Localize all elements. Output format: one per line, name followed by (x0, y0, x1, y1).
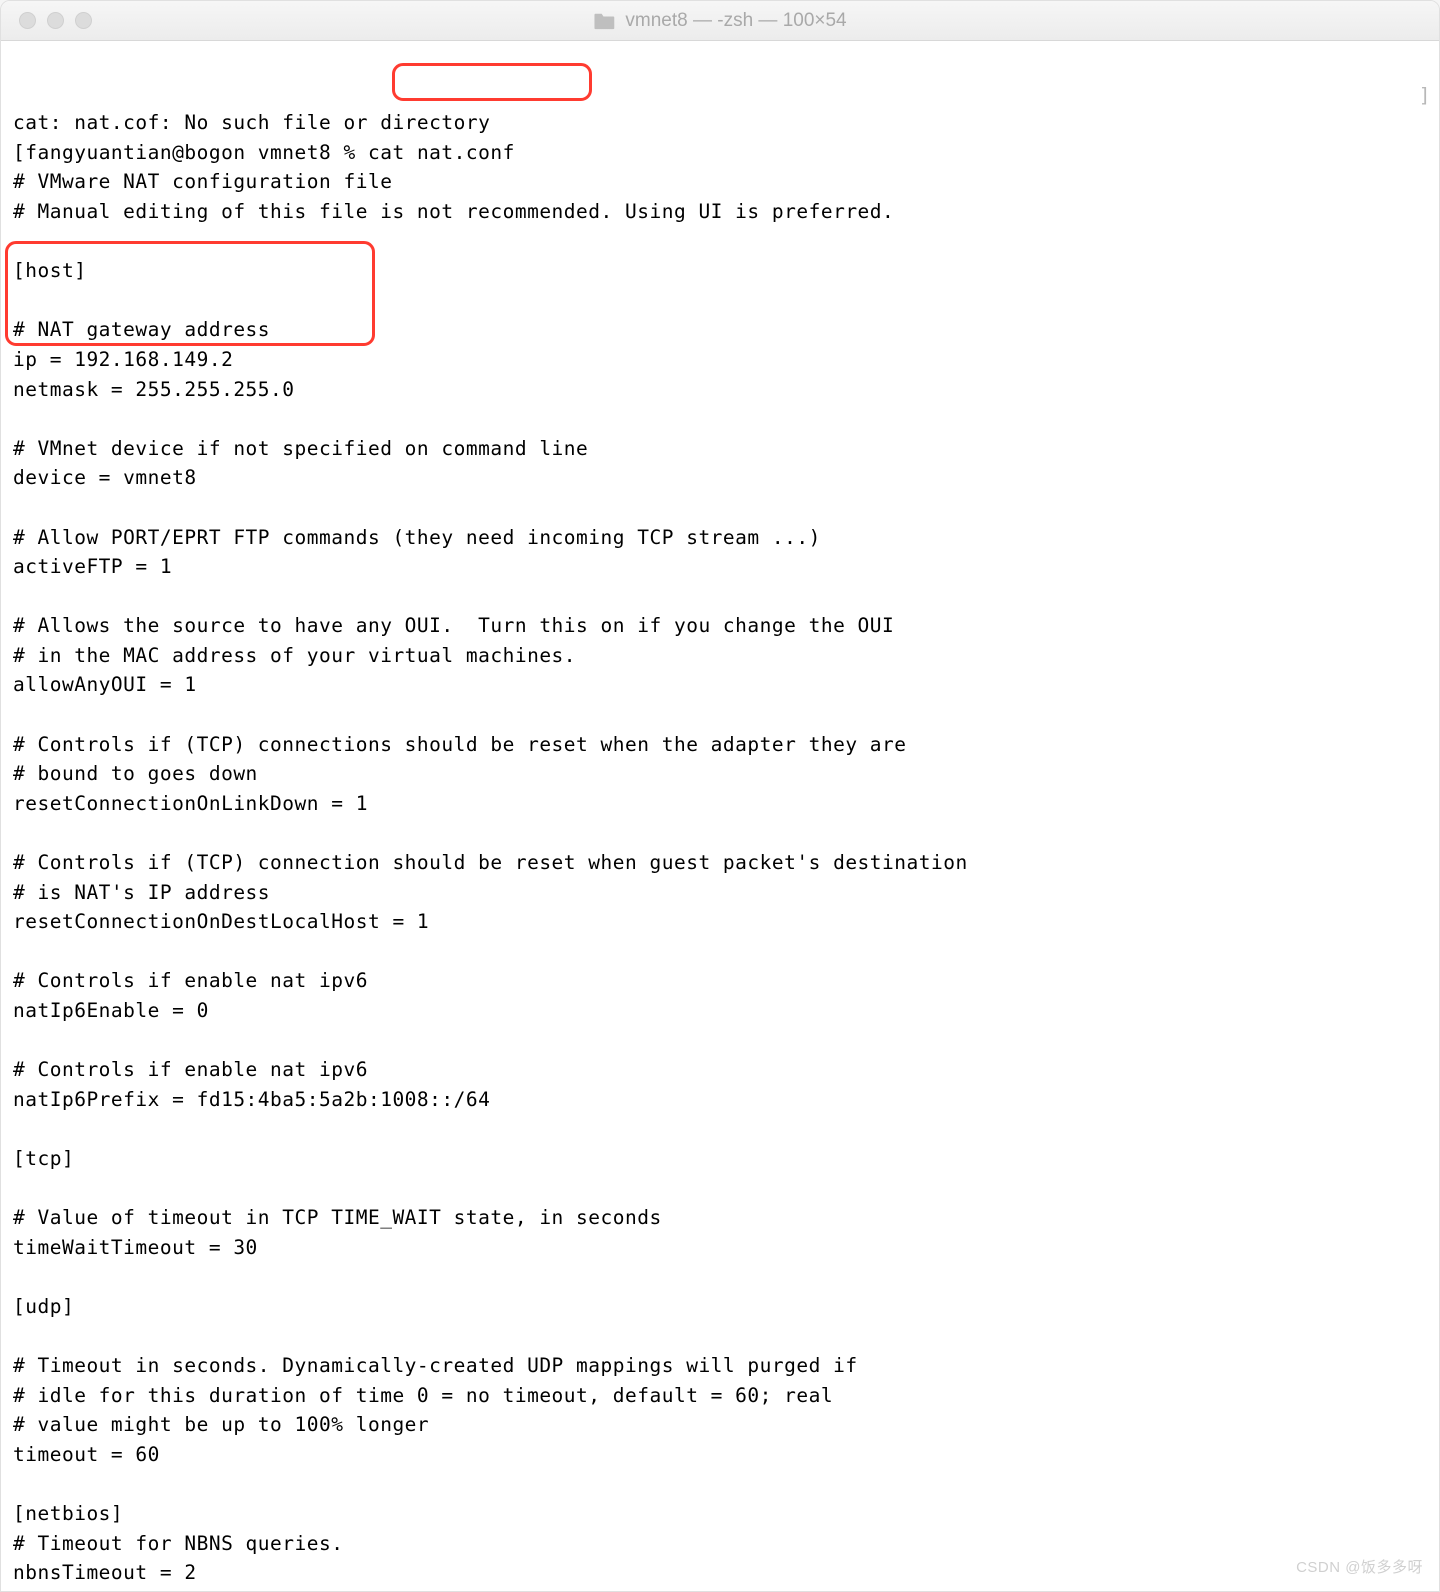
minimize-button[interactable] (47, 12, 64, 29)
terminal-window: vmnet8 — -zsh — 100×54 cat: nat.cof: No … (0, 0, 1440, 1592)
close-button[interactable] (19, 12, 36, 29)
highlight-command-annotation (392, 63, 592, 101)
terminal-content[interactable]: cat: nat.cof: No such file or directory [… (1, 41, 1439, 1591)
window-title-text: vmnet8 — -zsh — 100×54 (625, 10, 846, 32)
maximize-button[interactable] (75, 12, 92, 29)
window-title: vmnet8 — -zsh — 100×54 (593, 10, 846, 32)
folder-icon (593, 12, 615, 30)
traffic-lights (1, 12, 92, 29)
terminal-prompt: fangyuantian@bogon vmnet8 % (25, 141, 368, 164)
terminal-output: # VMware NAT configuration file # Manual… (13, 167, 1427, 1591)
cursor-bracket: ] (1419, 81, 1431, 111)
terminal-line-error: cat: nat.cof: No such file or directory (13, 108, 1427, 138)
titlebar[interactable]: vmnet8 — -zsh — 100×54 (1, 1, 1439, 41)
terminal-command: cat nat.conf (368, 141, 515, 164)
watermark: CSDN @饭多多呀 (1296, 1553, 1423, 1583)
prompt-bracket: [ (13, 141, 25, 164)
